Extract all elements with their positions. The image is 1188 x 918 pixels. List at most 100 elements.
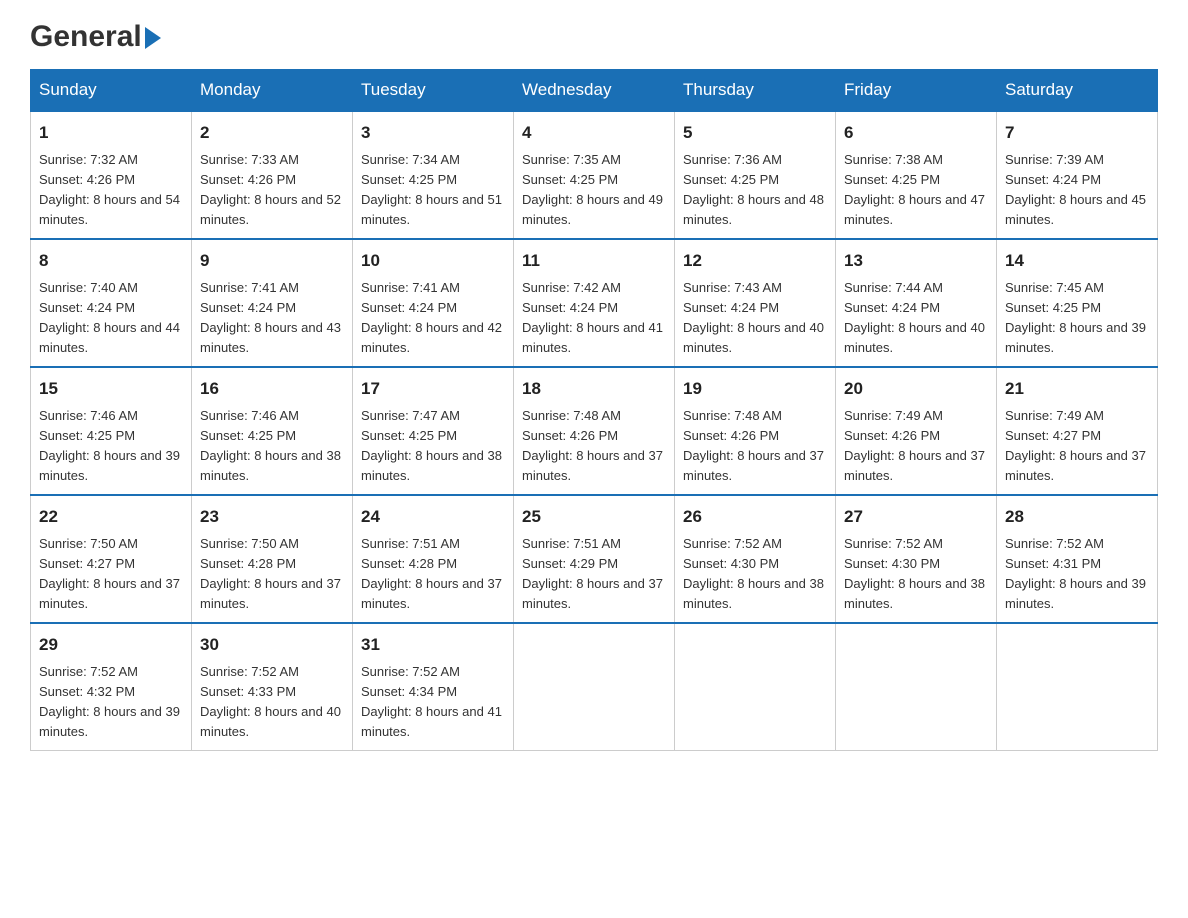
day-info: Sunrise: 7:40 AMSunset: 4:24 PMDaylight:… — [39, 280, 180, 355]
calendar-header-row: SundayMondayTuesdayWednesdayThursdayFrid… — [31, 70, 1158, 112]
day-info: Sunrise: 7:32 AMSunset: 4:26 PMDaylight:… — [39, 152, 180, 227]
calendar-cell — [997, 623, 1158, 751]
day-number: 26 — [683, 504, 827, 530]
calendar-cell: 31 Sunrise: 7:52 AMSunset: 4:34 PMDaylig… — [353, 623, 514, 751]
calendar-cell: 9 Sunrise: 7:41 AMSunset: 4:24 PMDayligh… — [192, 239, 353, 367]
calendar-cell: 7 Sunrise: 7:39 AMSunset: 4:24 PMDayligh… — [997, 111, 1158, 239]
calendar-cell: 29 Sunrise: 7:52 AMSunset: 4:32 PMDaylig… — [31, 623, 192, 751]
calendar-cell: 4 Sunrise: 7:35 AMSunset: 4:25 PMDayligh… — [514, 111, 675, 239]
logo-general: General — [30, 20, 142, 53]
day-number: 15 — [39, 376, 183, 402]
calendar-week-row: 15 Sunrise: 7:46 AMSunset: 4:25 PMDaylig… — [31, 367, 1158, 495]
calendar-cell: 13 Sunrise: 7:44 AMSunset: 4:24 PMDaylig… — [836, 239, 997, 367]
day-number: 10 — [361, 248, 505, 274]
day-info: Sunrise: 7:38 AMSunset: 4:25 PMDaylight:… — [844, 152, 985, 227]
day-info: Sunrise: 7:44 AMSunset: 4:24 PMDaylight:… — [844, 280, 985, 355]
day-info: Sunrise: 7:50 AMSunset: 4:28 PMDaylight:… — [200, 536, 341, 611]
day-number: 30 — [200, 632, 344, 658]
day-number: 2 — [200, 120, 344, 146]
day-info: Sunrise: 7:52 AMSunset: 4:30 PMDaylight:… — [683, 536, 824, 611]
day-number: 3 — [361, 120, 505, 146]
calendar-week-row: 1 Sunrise: 7:32 AMSunset: 4:26 PMDayligh… — [31, 111, 1158, 239]
day-info: Sunrise: 7:49 AMSunset: 4:27 PMDaylight:… — [1005, 408, 1146, 483]
day-info: Sunrise: 7:43 AMSunset: 4:24 PMDaylight:… — [683, 280, 824, 355]
day-info: Sunrise: 7:48 AMSunset: 4:26 PMDaylight:… — [522, 408, 663, 483]
page-header: General — [30, 20, 1158, 49]
calendar-cell: 2 Sunrise: 7:33 AMSunset: 4:26 PMDayligh… — [192, 111, 353, 239]
calendar-table: SundayMondayTuesdayWednesdayThursdayFrid… — [30, 69, 1158, 751]
calendar-cell: 23 Sunrise: 7:50 AMSunset: 4:28 PMDaylig… — [192, 495, 353, 623]
day-info: Sunrise: 7:41 AMSunset: 4:24 PMDaylight:… — [361, 280, 502, 355]
calendar-cell — [675, 623, 836, 751]
day-info: Sunrise: 7:46 AMSunset: 4:25 PMDaylight:… — [39, 408, 180, 483]
day-number: 27 — [844, 504, 988, 530]
day-info: Sunrise: 7:52 AMSunset: 4:31 PMDaylight:… — [1005, 536, 1146, 611]
day-info: Sunrise: 7:52 AMSunset: 4:32 PMDaylight:… — [39, 664, 180, 739]
day-number: 11 — [522, 248, 666, 274]
day-header-friday: Friday — [836, 70, 997, 112]
calendar-cell: 11 Sunrise: 7:42 AMSunset: 4:24 PMDaylig… — [514, 239, 675, 367]
day-header-wednesday: Wednesday — [514, 70, 675, 112]
calendar-cell: 8 Sunrise: 7:40 AMSunset: 4:24 PMDayligh… — [31, 239, 192, 367]
day-info: Sunrise: 7:36 AMSunset: 4:25 PMDaylight:… — [683, 152, 824, 227]
calendar-cell: 19 Sunrise: 7:48 AMSunset: 4:26 PMDaylig… — [675, 367, 836, 495]
calendar-cell: 5 Sunrise: 7:36 AMSunset: 4:25 PMDayligh… — [675, 111, 836, 239]
calendar-cell — [836, 623, 997, 751]
day-header-thursday: Thursday — [675, 70, 836, 112]
calendar-week-row: 22 Sunrise: 7:50 AMSunset: 4:27 PMDaylig… — [31, 495, 1158, 623]
day-info: Sunrise: 7:34 AMSunset: 4:25 PMDaylight:… — [361, 152, 502, 227]
day-number: 9 — [200, 248, 344, 274]
calendar-cell: 20 Sunrise: 7:49 AMSunset: 4:26 PMDaylig… — [836, 367, 997, 495]
calendar-cell: 3 Sunrise: 7:34 AMSunset: 4:25 PMDayligh… — [353, 111, 514, 239]
calendar-cell: 6 Sunrise: 7:38 AMSunset: 4:25 PMDayligh… — [836, 111, 997, 239]
day-number: 21 — [1005, 376, 1149, 402]
day-info: Sunrise: 7:35 AMSunset: 4:25 PMDaylight:… — [522, 152, 663, 227]
calendar-cell: 16 Sunrise: 7:46 AMSunset: 4:25 PMDaylig… — [192, 367, 353, 495]
logo-triangle-icon — [145, 27, 161, 49]
day-number: 20 — [844, 376, 988, 402]
day-header-tuesday: Tuesday — [353, 70, 514, 112]
day-header-sunday: Sunday — [31, 70, 192, 112]
day-info: Sunrise: 7:41 AMSunset: 4:24 PMDaylight:… — [200, 280, 341, 355]
day-info: Sunrise: 7:50 AMSunset: 4:27 PMDaylight:… — [39, 536, 180, 611]
day-number: 29 — [39, 632, 183, 658]
day-info: Sunrise: 7:51 AMSunset: 4:29 PMDaylight:… — [522, 536, 663, 611]
day-number: 12 — [683, 248, 827, 274]
calendar-cell: 28 Sunrise: 7:52 AMSunset: 4:31 PMDaylig… — [997, 495, 1158, 623]
day-info: Sunrise: 7:52 AMSunset: 4:30 PMDaylight:… — [844, 536, 985, 611]
day-info: Sunrise: 7:47 AMSunset: 4:25 PMDaylight:… — [361, 408, 502, 483]
calendar-cell: 27 Sunrise: 7:52 AMSunset: 4:30 PMDaylig… — [836, 495, 997, 623]
day-info: Sunrise: 7:39 AMSunset: 4:24 PMDaylight:… — [1005, 152, 1146, 227]
day-number: 17 — [361, 376, 505, 402]
day-number: 28 — [1005, 504, 1149, 530]
calendar-cell: 1 Sunrise: 7:32 AMSunset: 4:26 PMDayligh… — [31, 111, 192, 239]
day-number: 13 — [844, 248, 988, 274]
day-number: 19 — [683, 376, 827, 402]
day-number: 6 — [844, 120, 988, 146]
calendar-cell — [514, 623, 675, 751]
day-number: 4 — [522, 120, 666, 146]
day-number: 16 — [200, 376, 344, 402]
day-header-monday: Monday — [192, 70, 353, 112]
day-info: Sunrise: 7:48 AMSunset: 4:26 PMDaylight:… — [683, 408, 824, 483]
day-number: 8 — [39, 248, 183, 274]
day-number: 14 — [1005, 248, 1149, 274]
calendar-cell: 21 Sunrise: 7:49 AMSunset: 4:27 PMDaylig… — [997, 367, 1158, 495]
calendar-cell: 10 Sunrise: 7:41 AMSunset: 4:24 PMDaylig… — [353, 239, 514, 367]
calendar-cell: 22 Sunrise: 7:50 AMSunset: 4:27 PMDaylig… — [31, 495, 192, 623]
day-info: Sunrise: 7:46 AMSunset: 4:25 PMDaylight:… — [200, 408, 341, 483]
day-info: Sunrise: 7:52 AMSunset: 4:34 PMDaylight:… — [361, 664, 502, 739]
calendar-cell: 30 Sunrise: 7:52 AMSunset: 4:33 PMDaylig… — [192, 623, 353, 751]
day-info: Sunrise: 7:33 AMSunset: 4:26 PMDaylight:… — [200, 152, 341, 227]
day-number: 1 — [39, 120, 183, 146]
calendar-cell: 12 Sunrise: 7:43 AMSunset: 4:24 PMDaylig… — [675, 239, 836, 367]
day-number: 7 — [1005, 120, 1149, 146]
calendar-cell: 14 Sunrise: 7:45 AMSunset: 4:25 PMDaylig… — [997, 239, 1158, 367]
calendar-week-row: 29 Sunrise: 7:52 AMSunset: 4:32 PMDaylig… — [31, 623, 1158, 751]
calendar-cell: 24 Sunrise: 7:51 AMSunset: 4:28 PMDaylig… — [353, 495, 514, 623]
day-header-saturday: Saturday — [997, 70, 1158, 112]
day-info: Sunrise: 7:52 AMSunset: 4:33 PMDaylight:… — [200, 664, 341, 739]
day-number: 18 — [522, 376, 666, 402]
calendar-cell: 18 Sunrise: 7:48 AMSunset: 4:26 PMDaylig… — [514, 367, 675, 495]
day-number: 5 — [683, 120, 827, 146]
